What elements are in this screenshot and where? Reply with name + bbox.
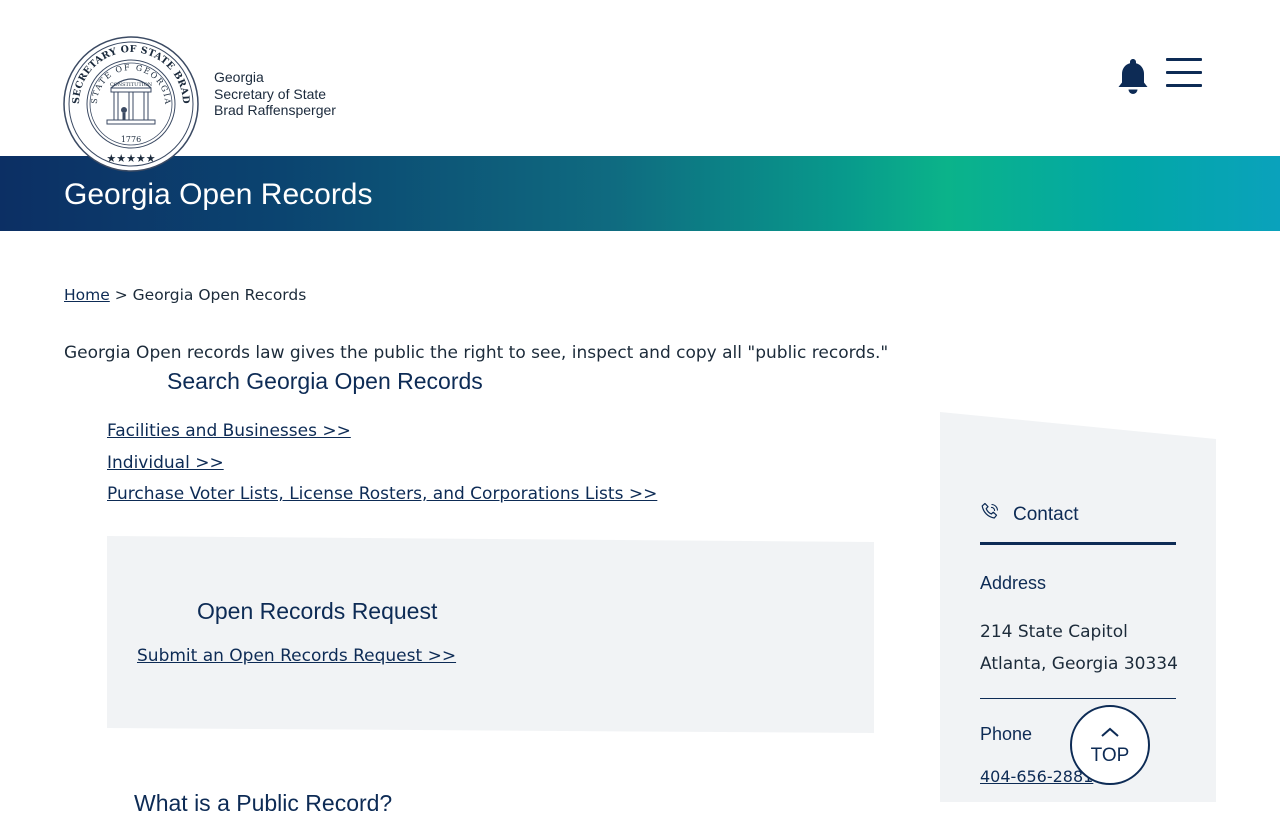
- submit-request-link[interactable]: Submit an Open Records Request >>: [137, 646, 456, 666]
- breadcrumb: Home > Georgia Open Records: [64, 286, 306, 304]
- address-heading: Address: [980, 573, 1047, 593]
- bell-icon[interactable]: [1114, 56, 1152, 96]
- contact-divider: [980, 698, 1176, 699]
- address-line-2: Atlanta, Georgia 30334: [980, 653, 1178, 674]
- page-title: Georgia Open Records: [64, 178, 373, 211]
- svg-text:CONSTITUTION: CONSTITUTION: [110, 82, 153, 88]
- svg-text:★★★★★: ★★★★★: [106, 152, 155, 165]
- georgia-seal-logo[interactable]: SECRETARY OF STATE BRAD RAFFENSPERGER ST…: [63, 36, 199, 172]
- hamburger-menu-icon[interactable]: [1166, 58, 1204, 90]
- search-links: Facilities and Businesses >> Individual …: [107, 416, 657, 511]
- phone-icon: [981, 502, 999, 519]
- address-line-1: 214 State Capitol: [980, 622, 1128, 642]
- org-line-1: Georgia: [214, 69, 264, 85]
- address-block: 214 State Capitol Atlanta, Georgia 30334: [980, 617, 1178, 680]
- back-to-top-label: TOP: [1090, 745, 1130, 766]
- contact-header: Contact: [980, 500, 1176, 545]
- public-record-heading: What is a Public Record?: [134, 790, 393, 816]
- menu-bar: [1166, 71, 1202, 74]
- menu-bar: [1166, 58, 1202, 61]
- breadcrumb-current: Georgia Open Records: [132, 286, 307, 304]
- chevron-up-icon: [1101, 727, 1119, 737]
- request-panel: [107, 536, 874, 733]
- org-name[interactable]: Georgia Secretary of State Brad Raffensp…: [214, 69, 336, 119]
- search-heading: Search Georgia Open Records: [167, 368, 483, 394]
- back-to-top-button[interactable]: TOP: [1070, 705, 1150, 785]
- request-heading: Open Records Request: [197, 598, 438, 624]
- menu-bar: [1166, 84, 1202, 87]
- breadcrumb-separator: >: [114, 286, 128, 304]
- org-line-3: Brad Raffensperger: [214, 102, 336, 118]
- individual-link[interactable]: Individual >>: [107, 448, 657, 480]
- facilities-businesses-link[interactable]: Facilities and Businesses >>: [107, 416, 657, 448]
- phone-number-link[interactable]: 404-656-2881: [980, 767, 1093, 786]
- org-line-2: Secretary of State: [214, 85, 327, 102]
- contact-label: Contact: [1013, 504, 1079, 525]
- purchase-lists-link[interactable]: Purchase Voter Lists, License Rosters, a…: [107, 479, 657, 511]
- breadcrumb-home-link[interactable]: Home: [64, 286, 110, 304]
- svg-text:1776: 1776: [121, 135, 141, 144]
- intro-paragraph: Georgia Open records law gives the publi…: [64, 343, 889, 363]
- phone-heading: Phone: [980, 724, 1033, 744]
